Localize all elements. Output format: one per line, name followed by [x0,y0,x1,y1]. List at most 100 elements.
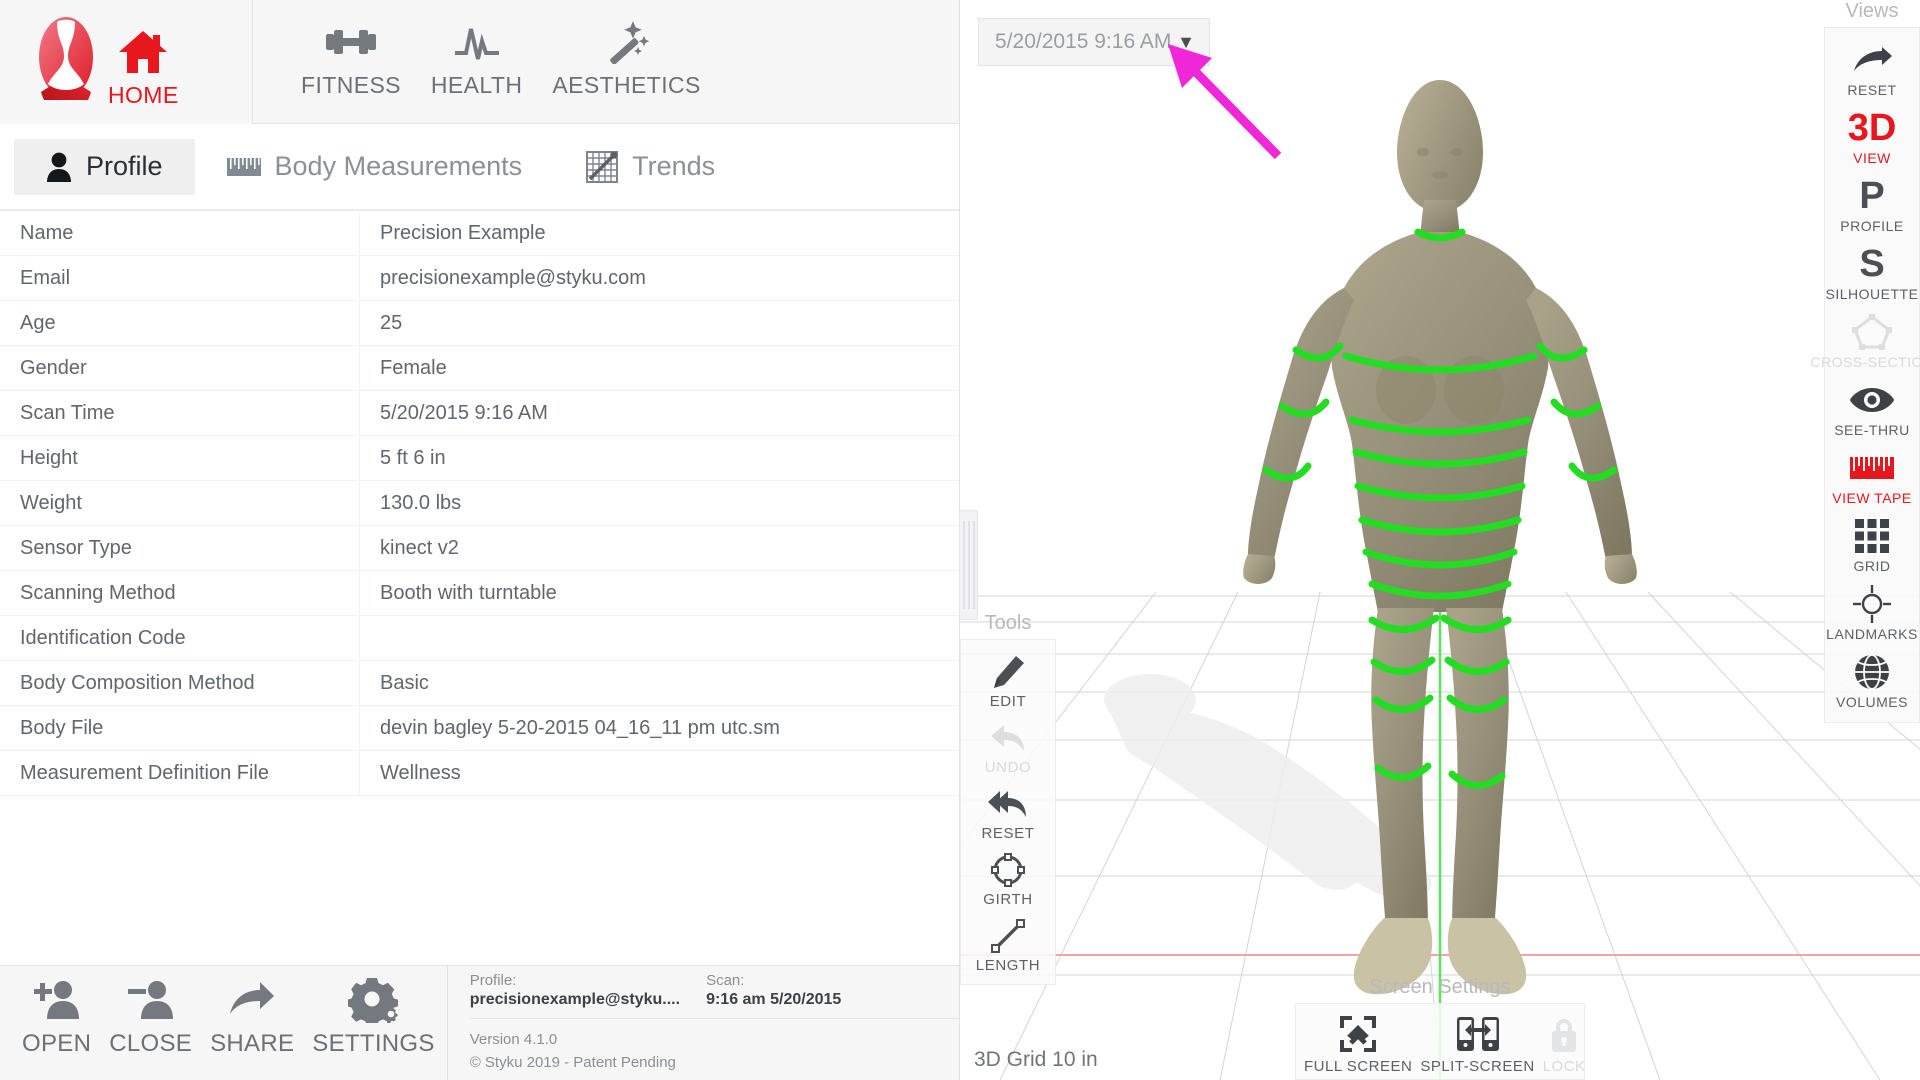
view-3d-label: VIEW [1853,150,1891,166]
row-key: Height [0,436,360,480]
view-silhouette[interactable]: S SILHOUETTE [1825,238,1919,306]
nav-item-aesthetics[interactable]: AESTHETICS [540,0,712,99]
bottom-info-panel: Profile: precisionexample@styku.... Scan… [446,966,959,1080]
tool-reset[interactable]: RESET [961,780,1055,846]
share-arrow-icon [228,972,276,1028]
row-value: precisionexample@styku.com [380,266,646,289]
row-value: devin bagley 5-20-2015 04_16_11 pm utc.s… [380,716,780,739]
view-tape[interactable]: VIEW TAPE [1825,442,1919,510]
table-empty-area [0,796,959,965]
eye-icon [1849,379,1895,421]
tab-body-measurements[interactable]: Body Measurements [195,139,555,195]
row-key: Age [0,301,360,345]
tool-edit[interactable]: EDIT [961,648,1055,714]
row-value: 25 [380,311,403,334]
copyright-text: © Styku 2019 - Patent Pending [469,1053,676,1071]
nav-item-fitness[interactable]: FITNESS [289,0,413,99]
close-button[interactable]: CLOSE [109,972,192,1058]
view-cross-section-label: CROSS-SECTION [1810,354,1920,370]
profile-info-field: Profile: precisionexample@styku.... [470,972,680,1009]
table-row: Identification Code [0,616,959,661]
full-screen-label: FULL SCREEN [1304,1058,1413,1075]
table-row: Scan Time 5/20/2015 9:16 AM [0,391,959,436]
view-3d[interactable]: 3D VIEW [1825,102,1919,170]
row-key: Gender [0,346,360,390]
table-row: Body File devin bagley 5-20-2015 04_16_1… [0,706,959,751]
row-value: 130.0 lbs [380,491,462,514]
row-value: Precision Example [380,221,546,244]
tool-reset-label: RESET [981,825,1035,842]
row-key: Body Composition Method [0,661,360,705]
view-see-thru[interactable]: SEE-THRU [1825,374,1919,442]
table-row: Email precisionexample@styku.com [0,256,959,301]
settings-button[interactable]: SETTINGS [312,972,434,1058]
grid-scale-label: 3D Grid 10 in [974,1048,1098,1071]
tool-length-label: LENGTH [975,957,1041,974]
length-line-icon [991,916,1025,956]
nav-item-health-label: HEALTH [430,72,523,98]
panel-splitter-handle[interactable] [959,510,978,620]
scan-date-dropdown[interactable]: 5/20/2015 9:16 AM ▼ [978,18,1210,66]
bottom-action-bar: OPEN CLOSE SHARE SETTINGS Profile: preci… [0,965,959,1080]
tab-trends[interactable]: Trends [554,139,747,195]
table-row: Measurement Definition File Wellness [0,751,959,796]
full-screen-button[interactable]: FULL SCREEN [1300,1012,1416,1075]
view-grid[interactable]: GRID [1825,510,1919,578]
table-row: Weight 130.0 lbs [0,481,959,526]
view-silhouette-label: SILHOUETTE [1825,286,1919,302]
row-key: Weight [0,481,360,525]
scan-info-value: 9:16 am 5/20/2015 [706,991,842,1008]
expand-arrows-icon [1340,1012,1377,1056]
row-key: Measurement Definition File [0,751,360,795]
tab-trends-label: Trends [632,151,716,181]
undo-arrow-icon [990,718,1026,758]
share-button[interactable]: SHARE [210,972,294,1058]
girth-circle-icon [991,850,1025,890]
bottom-actions: OPEN CLOSE SHARE SETTINGS [0,966,435,1080]
view-reset[interactable]: RESET [1825,34,1919,102]
version-text: Version 4.1.0 [469,1031,558,1048]
magic-wand-icon [603,14,651,70]
reset-double-arrow-icon [988,784,1028,824]
add-user-icon [33,972,81,1028]
info-top: Profile: precisionexample@styku.... Scan… [469,972,959,1019]
tab-profile[interactable]: Profile [14,138,195,195]
views-panel-title: Views [1845,0,1899,22]
3d-viewport[interactable]: 5/20/2015 9:16 AM ▼ Tools EDIT UNDO RESE… [960,0,1920,1080]
view-profile[interactable]: P PROFILE [1825,170,1919,238]
view-cross-section: CROSS-SECTION [1810,306,1920,374]
table-row: Height 5 ft 6 in [0,436,959,481]
open-button-label: OPEN [22,1030,92,1057]
row-value: kinect v2 [380,536,459,559]
scan-date-value: 5/20/2015 9:16 AM [995,30,1172,53]
left-panel: HOME FITNESS HEALTH AESTHETICS Profile B… [0,0,960,1080]
settings-button-label: SETTINGS [312,1030,435,1057]
view-landmarks[interactable]: LANDMARKS [1825,578,1919,646]
tool-length[interactable]: LENGTH [961,912,1055,978]
table-row: Name Precision Example [0,211,959,256]
remove-user-icon [127,972,175,1028]
row-key: Identification Code [0,616,360,660]
row-value: Female [380,356,447,379]
views-panel: Views RESET 3D VIEW P PROFILE S SILHOUET… [1810,0,1920,723]
tool-girth[interactable]: GIRTH [961,846,1055,912]
splitter-grip-line [962,521,965,609]
nav-item-health[interactable]: HEALTH [419,0,534,99]
nav-group: FITNESS HEALTH AESTHETICS [289,0,713,99]
nav-item-fitness-label: FITNESS [301,72,401,98]
open-button[interactable]: OPEN [22,972,91,1058]
dumbbell-icon [324,14,378,70]
lock-label: LOCK [1542,1058,1586,1075]
view-tape-label: VIEW TAPE [1832,490,1912,506]
tool-undo-label: UNDO [984,759,1032,776]
row-value: Basic [380,671,429,694]
row-key: Name [0,211,360,255]
screen-settings-panel: Screen Settings FULL SCREEN SPLIT-SCREEN… [1295,976,1585,1080]
view-volumes[interactable]: VOLUMES [1825,646,1919,714]
row-value: Wellness [380,761,461,784]
share-button-label: SHARE [210,1030,295,1057]
tool-girth-label: GIRTH [983,891,1033,908]
split-screen-button[interactable]: SPLIT-SCREEN [1416,1012,1538,1075]
nav-item-home[interactable]: HOME [108,10,179,109]
row-value: 5 ft 6 in [380,446,446,469]
